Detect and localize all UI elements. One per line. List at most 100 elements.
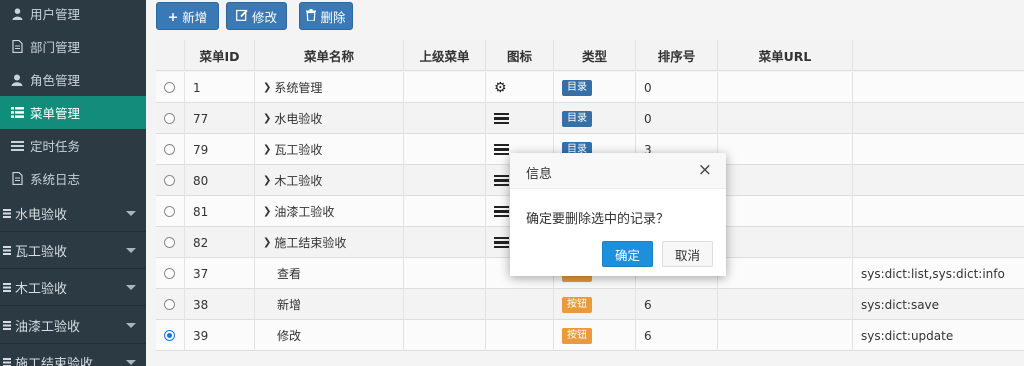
sidebar-item-users[interactable]: 用户管理 <box>0 0 146 30</box>
dialog-title: 信息 <box>526 167 553 182</box>
table-row[interactable]: 77 ❯ 水电验收 目录 0 <box>156 103 1024 134</box>
row-select-radio[interactable] <box>164 268 175 279</box>
caret-down-icon <box>126 285 136 290</box>
gear-icon: ⚙ <box>494 79 507 96</box>
sidebar-item-label: 定时任务 <box>30 139 81 154</box>
row-select-radio[interactable] <box>164 206 175 217</box>
delete-button[interactable]: 删除 <box>299 2 353 30</box>
table-cell <box>156 289 184 320</box>
row-select-radio[interactable] <box>164 175 175 186</box>
sidebar-group-plumbing[interactable]: 水电验收 <box>0 197 146 230</box>
table-cell <box>485 289 553 320</box>
sidebar-item-label: 部门管理 <box>30 40 81 55</box>
header-order[interactable]: 排序号 <box>635 40 717 71</box>
list-icon <box>0 207 14 221</box>
add-button[interactable]: + 新增 <box>156 2 219 30</box>
menu-id: 38 <box>193 297 209 312</box>
menu-id: 82 <box>193 235 209 250</box>
table-cell: sys:dict:list,sys:dict:info <box>852 258 1024 289</box>
table-cell: 82 <box>184 227 254 258</box>
dialog-header: 信息 × <box>510 153 726 189</box>
table-cell <box>403 320 485 351</box>
menu-perms: sys:dict:save <box>861 297 940 312</box>
role-icon <box>10 73 24 87</box>
table-cell <box>717 165 852 196</box>
table-cell: 新增 <box>254 289 403 320</box>
table-cell: ❯ 水电验收 <box>254 103 403 134</box>
table-cell: ❯ 木工验收 <box>254 165 403 196</box>
header-parent[interactable]: 上级菜单 <box>403 40 485 71</box>
table-cell: sys:dict:update <box>852 320 1024 351</box>
header-select <box>156 40 184 71</box>
table-row[interactable]: 38 新增 按钮 6 sys:dict:save <box>156 289 1024 320</box>
menu-id: 1 <box>193 80 201 95</box>
sidebar-group-label: 瓦工验收 <box>15 245 68 260</box>
row-select-radio[interactable] <box>164 330 175 341</box>
type-badge: 按钮 <box>562 296 592 313</box>
table-cell <box>156 134 184 165</box>
header-name[interactable]: 菜单名称 <box>254 40 403 71</box>
header-id[interactable]: 菜单ID <box>184 40 254 71</box>
header-icon[interactable]: 图标 <box>485 40 553 71</box>
delete-button-label: 删除 <box>320 9 346 25</box>
sidebar-item-roles[interactable]: 角色管理 <box>0 63 146 96</box>
menu-name: 瓦工验收 <box>274 143 323 157</box>
table-cell <box>717 103 852 134</box>
confirm-button[interactable]: 确定 <box>602 241 653 267</box>
header-url[interactable]: 菜单URL <box>717 40 852 71</box>
table-cell: ❯ 系统管理 <box>254 72 403 103</box>
sidebar-group-painting[interactable]: 油漆工验收 <box>0 309 146 342</box>
table-cell <box>717 134 852 165</box>
edit-icon <box>236 9 248 24</box>
chevron-right-icon[interactable]: ❯ <box>263 144 271 155</box>
toolbar: + 新增 修改 删除 <box>146 0 1024 38</box>
menu-name: 施工结束验收 <box>274 236 347 250</box>
menu-id: 39 <box>193 328 209 343</box>
caret-down-icon <box>126 323 136 328</box>
table-row[interactable]: 1 ❯ 系统管理 ⚙ 目录 0 <box>156 72 1024 103</box>
row-select-radio[interactable] <box>164 237 175 248</box>
menu-id: 81 <box>193 204 209 219</box>
chevron-right-icon[interactable]: ❯ <box>263 175 271 186</box>
sidebar-item-menus[interactable]: 菜单管理 <box>0 96 146 129</box>
table-cell <box>156 196 184 227</box>
list-icon <box>0 319 14 333</box>
table-cell <box>403 165 485 196</box>
sidebar-group-carpentry[interactable]: 木工验收 <box>0 271 146 304</box>
close-icon[interactable]: × <box>698 160 712 180</box>
chevron-right-icon[interactable]: ❯ <box>263 237 271 248</box>
row-select-radio[interactable] <box>164 144 175 155</box>
table-cell: 按钮 <box>553 320 635 351</box>
chevron-right-icon[interactable]: ❯ <box>263 82 271 93</box>
row-select-radio[interactable] <box>164 82 175 93</box>
table-cell: ❯ 施工结束验收 <box>254 227 403 258</box>
table-cell <box>852 227 1024 258</box>
table-cell <box>403 196 485 227</box>
table-header-row: 菜单ID 菜单名称 上级菜单 图标 类型 排序号 菜单URL <box>156 40 1024 71</box>
list-icon <box>10 106 24 120</box>
header-perms[interactable] <box>852 40 1024 71</box>
chevron-right-icon[interactable]: ❯ <box>263 113 271 124</box>
edit-button[interactable]: 修改 <box>226 2 287 30</box>
cancel-button[interactable]: 取消 <box>662 241 713 267</box>
table-cell <box>717 72 852 103</box>
sidebar-group-completion[interactable]: 施工结束验收 <box>0 346 146 366</box>
row-select-radio[interactable] <box>164 299 175 310</box>
sidebar-item-label: 系统日志 <box>30 172 81 187</box>
trash-icon <box>306 8 317 24</box>
table-row[interactable]: 39 修改 按钮 6 sys:dict:update <box>156 320 1024 351</box>
table-cell <box>156 258 184 289</box>
header-type[interactable]: 类型 <box>553 40 635 71</box>
table-cell <box>156 227 184 258</box>
menu-id: 79 <box>193 142 209 157</box>
sidebar-item-departments[interactable]: 部门管理 <box>0 30 146 63</box>
chevron-right-icon[interactable]: ❯ <box>263 206 271 217</box>
sidebar-group-tiling[interactable]: 瓦工验收 <box>0 234 146 267</box>
row-select-radio[interactable] <box>164 113 175 124</box>
sidebar-item-label: 菜单管理 <box>30 106 81 121</box>
sidebar-item-logs[interactable]: 系统日志 <box>0 162 146 195</box>
table-cell <box>852 165 1024 196</box>
table-cell <box>403 289 485 320</box>
add-button-label: 新增 <box>182 9 208 25</box>
sidebar-item-tasks[interactable]: 定时任务 <box>0 129 146 162</box>
